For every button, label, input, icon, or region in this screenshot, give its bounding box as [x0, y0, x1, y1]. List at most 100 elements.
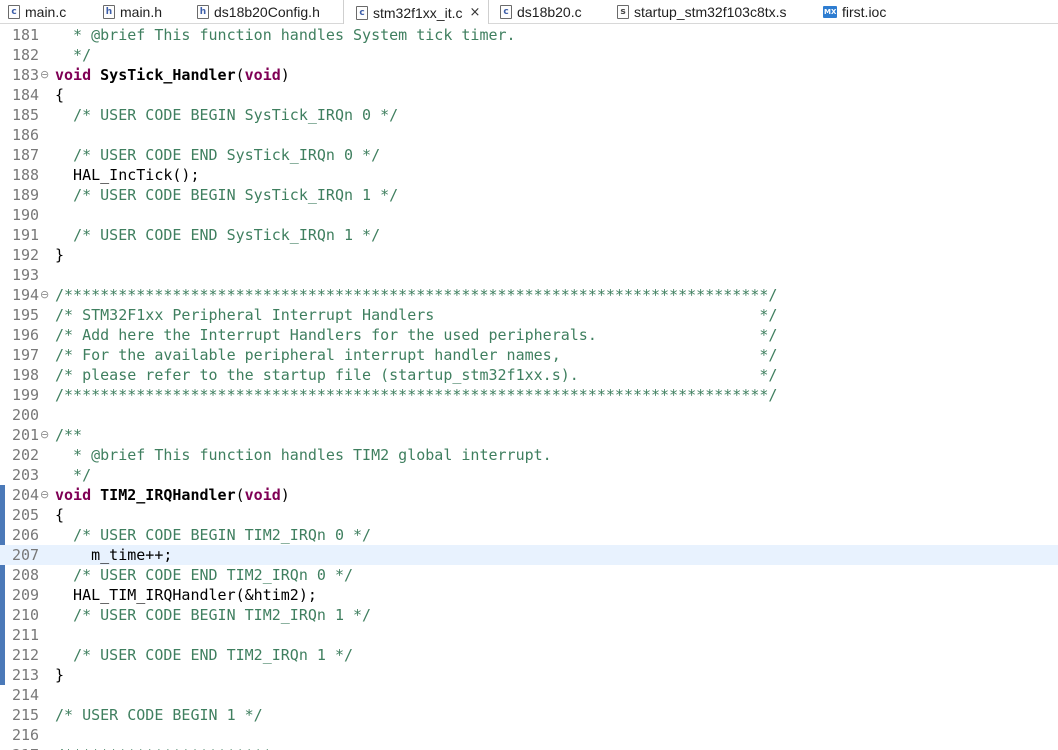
code-line[interactable]: 191 /* USER CODE END SysTick_IRQn 1 */	[0, 225, 1058, 245]
tab-startup-stm32f103c8tx-s[interactable]: s startup_stm32f103c8tx.s	[617, 0, 787, 24]
code-line[interactable]: 186	[0, 125, 1058, 145]
code-text: /* USER CODE END TIM2_IRQn 1 */	[55, 645, 353, 665]
line-number: 215	[12, 706, 40, 724]
tab-ds18b20config-h[interactable]: h ds18b20Config.h	[197, 0, 320, 24]
code-text: /* USER CODE END TIM2_IRQn 0 */	[55, 565, 353, 585]
tab-stm32f1xx-it-c[interactable]: c stm32f1xx_it.c ×	[343, 0, 490, 25]
code-line[interactable]: 211	[0, 625, 1058, 645]
code-line[interactable]: 198 /* please refer to the startup file (…	[0, 365, 1058, 385]
code-keyword: void	[55, 66, 92, 84]
code-line[interactable]: 200	[0, 405, 1058, 425]
line-number: 199	[12, 386, 40, 404]
code-line[interactable]: 213}	[0, 665, 1058, 685]
code-line[interactable]: 197 /* For the available peripheral inter…	[0, 345, 1058, 365]
line-number: 181	[12, 26, 40, 44]
code-line[interactable]: 181 * @brief This function handles Syste…	[0, 25, 1058, 45]
code-line[interactable]: 202 * @brief This function handles TIM2 …	[0, 445, 1058, 465]
code-text: /**	[55, 425, 82, 445]
code-text: /* USER CODE BEGIN 1 */	[55, 705, 263, 725]
line-number: 212	[12, 646, 40, 664]
code-text: /* please refer to the startup file (sta…	[55, 365, 777, 385]
code-keyword: void	[244, 486, 281, 504]
fold-collapse-icon[interactable]: ⊖	[40, 285, 53, 305]
code-line[interactable]: 189 /* USER CODE BEGIN SysTick_IRQn 1 */	[0, 185, 1058, 205]
code-text: }	[55, 665, 64, 685]
code-line[interactable]: 204 ⊖ void TIM2_IRQHandler(void)	[0, 485, 1058, 505]
c-file-icon: c	[356, 5, 368, 20]
code-line[interactable]: 201 ⊖/**	[0, 425, 1058, 445]
code-line[interactable]: 199 /************************************…	[0, 385, 1058, 405]
fold-collapse-icon[interactable]: ⊖	[40, 65, 53, 85]
line-number: 217	[12, 745, 44, 750]
code-function-name: TIM2_IRQHandler	[100, 486, 236, 504]
code-line[interactable]: 205 {	[0, 505, 1058, 525]
line-number: 208	[12, 566, 40, 584]
line-number: 206	[12, 526, 40, 544]
fold-collapse-icon[interactable]: ⊖	[40, 425, 53, 445]
code-comment: /***************************************…	[55, 386, 778, 404]
line-number: 198	[12, 366, 40, 384]
code-line[interactable]: 214	[0, 685, 1058, 705]
line-number: 211	[12, 626, 40, 644]
code-line[interactable]: 193	[0, 265, 1058, 285]
line-number: 185	[12, 106, 40, 124]
code-text: /* USER CODE BEGIN TIM2_IRQn 1 */	[55, 605, 371, 625]
code-line[interactable]: 209 HAL_TIM_IRQHandler(&htim2);	[0, 585, 1058, 605]
code-text: HAL_TIM_IRQHandler(&htim2);	[55, 585, 317, 605]
line-number: 190	[12, 206, 40, 224]
fold-collapse-icon[interactable]: ⊖	[40, 485, 53, 505]
code-text: void TIM2_IRQHandler(void)	[55, 485, 290, 505]
code-line[interactable]: 188 HAL_IncTick();	[0, 165, 1058, 185]
code-text: /***************************************…	[55, 285, 777, 305]
code-line[interactable]: 183 ⊖ void SysTick_Handler(void)	[0, 65, 1058, 85]
code-line[interactable]: 216	[0, 725, 1058, 745]
code-line[interactable]: 206 /* USER CODE BEGIN TIM2_IRQn 0 */	[0, 525, 1058, 545]
code-comment: /* USER CODE BEGIN SysTick_IRQn 1 */	[73, 186, 399, 204]
code-line[interactable]: 215 /* USER CODE BEGIN 1 */	[0, 705, 1058, 725]
tab-ds18b20-c[interactable]: c ds18b20.c	[500, 0, 582, 24]
tab-label: ds18b20Config.h	[214, 4, 320, 20]
code-token: (	[235, 66, 245, 84]
tab-label: first.ioc	[842, 4, 887, 20]
code-line[interactable]: 207 m_time++;	[0, 545, 1058, 565]
code-line[interactable]: 195 /* STM32F1xx Peripheral Interrupt Han…	[0, 305, 1058, 325]
code-comment: * @brief This function handles System ti…	[55, 26, 516, 44]
code-line[interactable]: 194 ⊖/***********************************…	[0, 285, 1058, 305]
c-file-icon: c	[500, 5, 512, 19]
code-line[interactable]: 192}	[0, 245, 1058, 265]
line-number: 202	[12, 446, 40, 464]
code-comment: /* USER CODE END SysTick_IRQn 0 */	[73, 146, 381, 164]
code-comment: /* USER CODE END TIM2_IRQn 1 */	[73, 646, 354, 664]
code-text: {	[55, 85, 64, 105]
code-line[interactable]: 208 /* USER CODE END TIM2_IRQn 0 */	[0, 565, 1058, 585]
code-comment: /* please refer to the startup file (sta…	[55, 366, 778, 384]
code-line[interactable]: 217 /***********************	[0, 745, 1058, 750]
code-function-name: SysTick_Handler	[100, 66, 236, 84]
code-line[interactable]: 212 /* USER CODE END TIM2_IRQn 1 */	[0, 645, 1058, 665]
code-text: /* Add here the Interrupt Handlers for t…	[55, 325, 777, 345]
code-token: }	[55, 666, 65, 684]
code-token: }	[55, 246, 65, 264]
code-text: /* USER CODE BEGIN SysTick_IRQn 1 */	[55, 185, 398, 205]
code-line[interactable]: 187 /* USER CODE END SysTick_IRQn 0 */	[0, 145, 1058, 165]
code-text: /* For the available peripheral interrup…	[55, 345, 777, 365]
line-number: 191	[12, 226, 40, 244]
code-line[interactable]: 190	[0, 205, 1058, 225]
code-line[interactable]: 184 {	[0, 85, 1058, 105]
code-line[interactable]: 182 */	[0, 45, 1058, 65]
tab-main-c[interactable]: c main.c	[8, 0, 66, 24]
close-tab-icon[interactable]: ×	[469, 5, 480, 20]
code-comment: /* For the available peripheral interrup…	[55, 346, 778, 364]
code-comment: /***************************************…	[55, 286, 778, 304]
code-line[interactable]: 196 /* Add here the Interrupt Handlers fo…	[0, 325, 1058, 345]
code-line[interactable]: 210 /* USER CODE BEGIN TIM2_IRQn 1 */	[0, 605, 1058, 625]
code-line[interactable]: 203 */	[0, 465, 1058, 485]
code-text: /***************************************…	[55, 385, 777, 405]
tab-first-ioc[interactable]: MX first.ioc	[823, 0, 886, 24]
code-editor[interactable]: 181 * @brief This function handles Syste…	[0, 24, 1058, 750]
code-line[interactable]: 185 /* USER CODE BEGIN SysTick_IRQn 0 */	[0, 105, 1058, 125]
tab-main-h[interactable]: h main.h	[103, 0, 162, 24]
